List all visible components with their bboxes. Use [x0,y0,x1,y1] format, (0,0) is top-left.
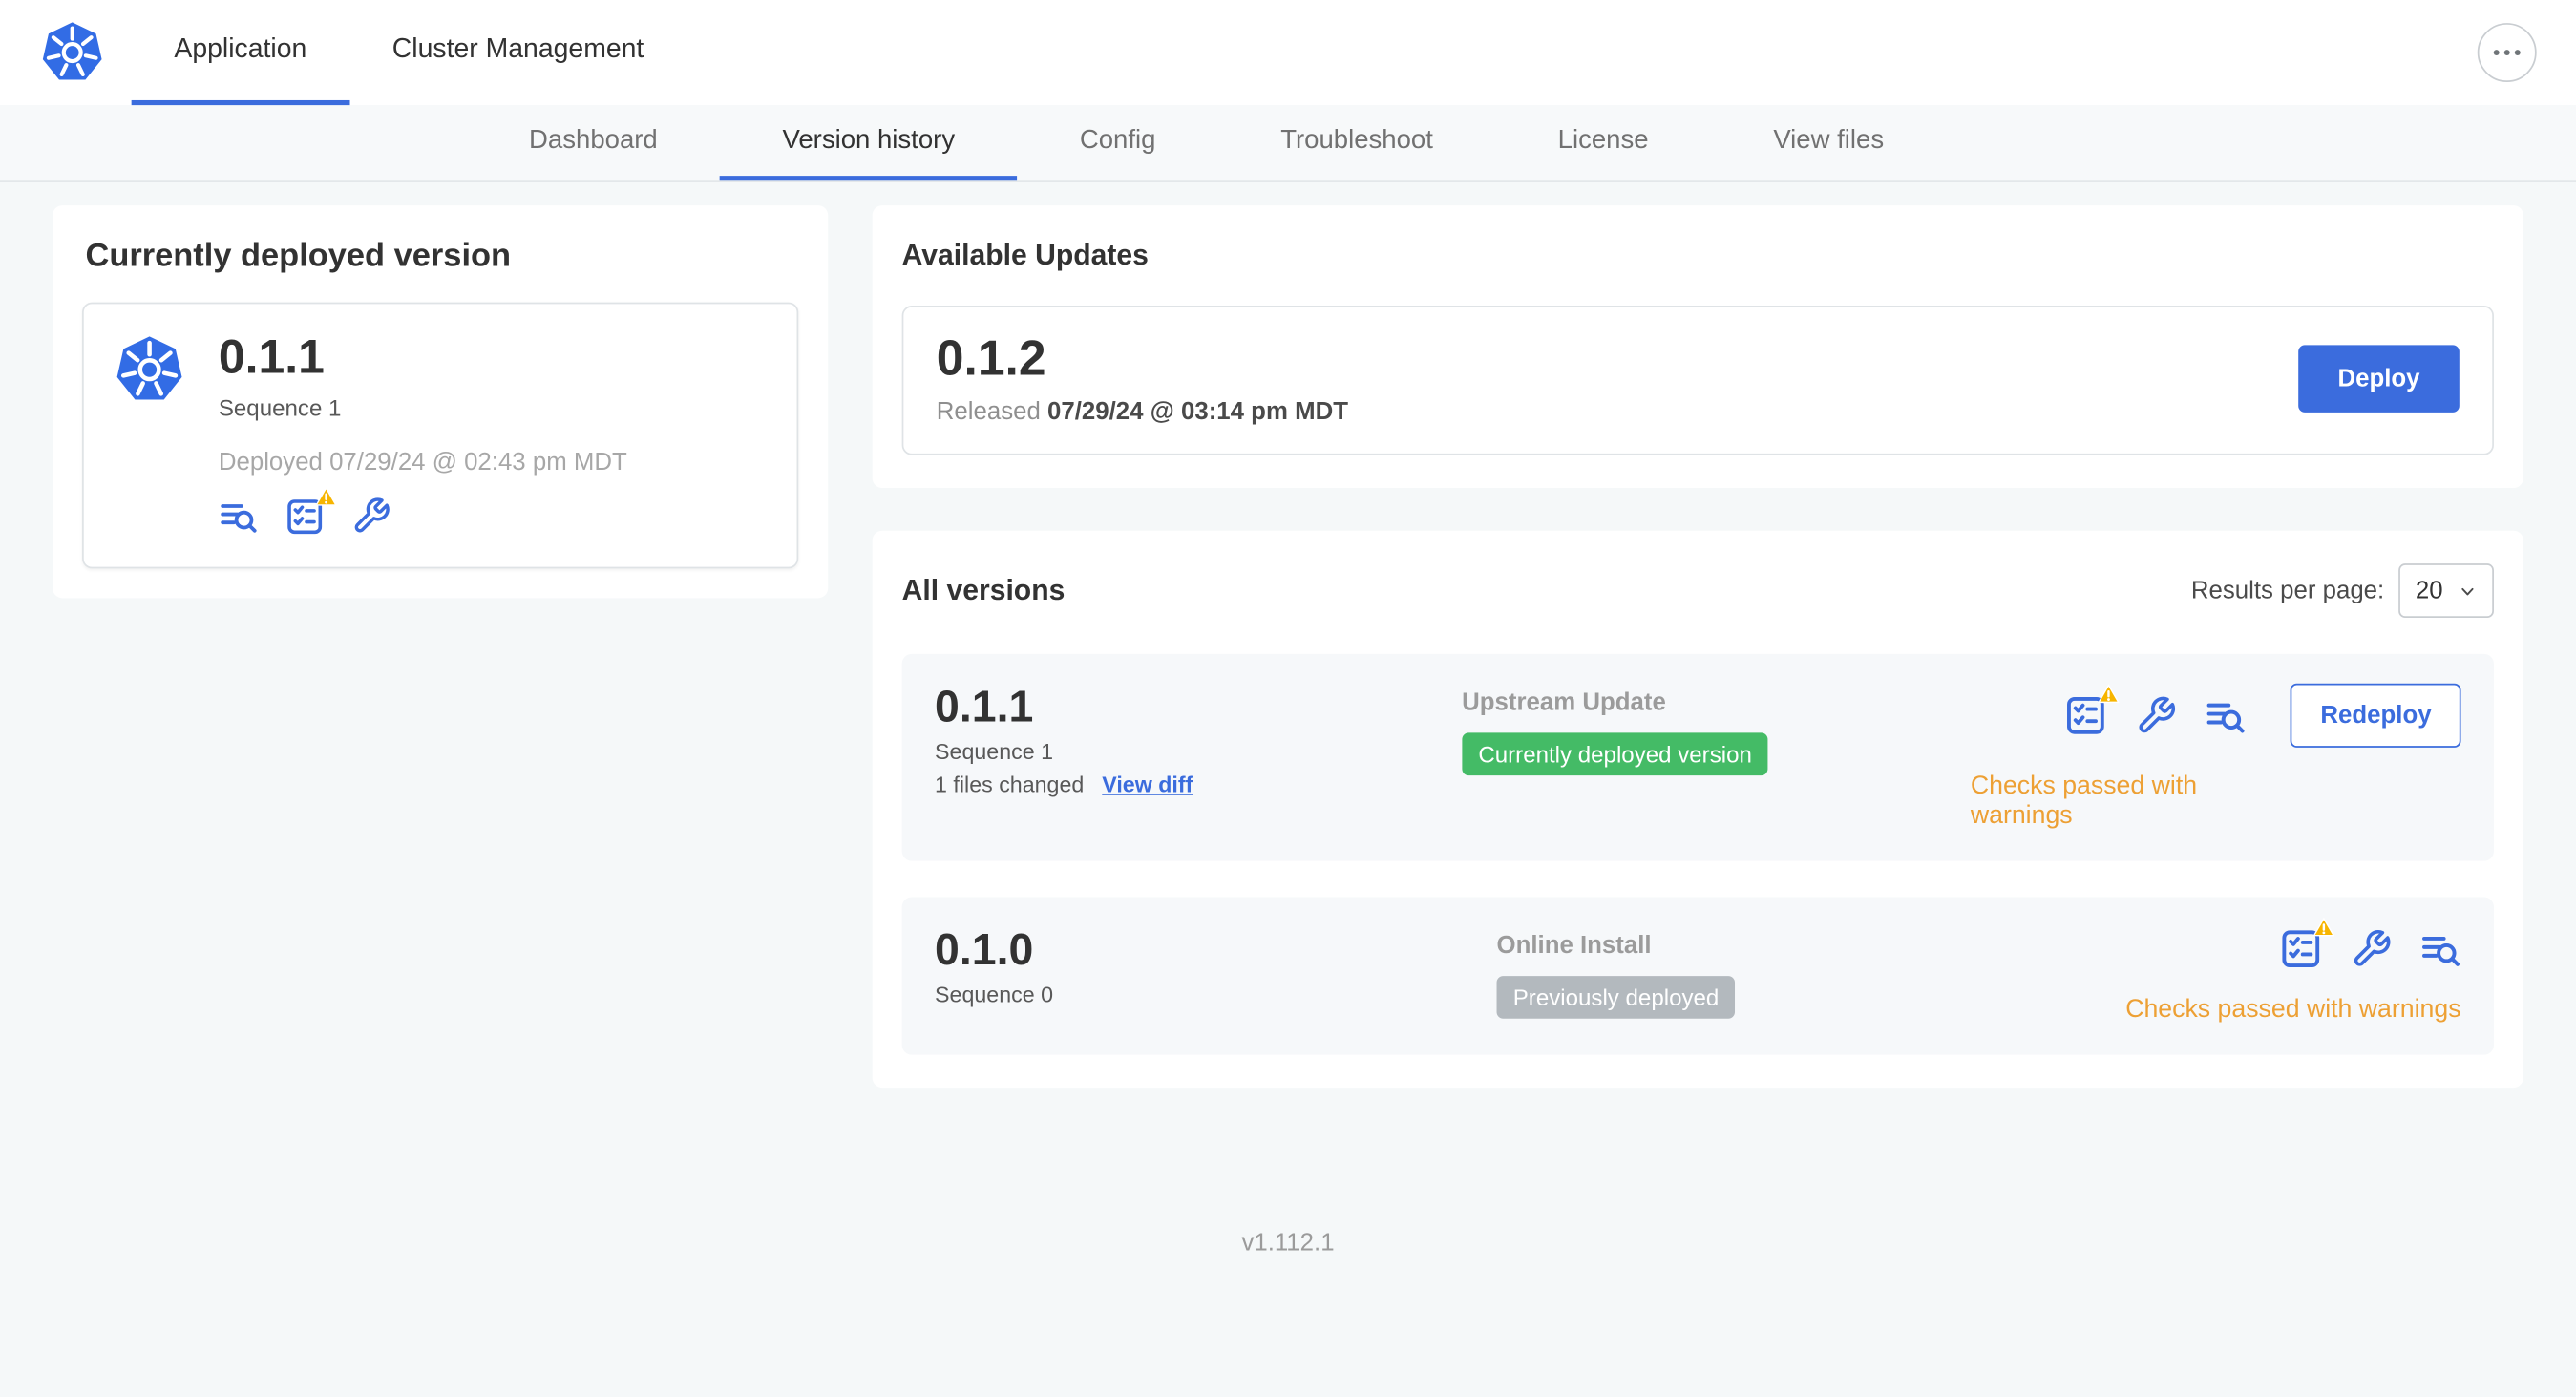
subnav-tab-version-history-label: Version history [782,125,956,154]
tab-cluster-management[interactable]: Cluster Management [349,0,686,105]
checks-status-text: Checks passed with warnings [2125,995,2461,1024]
currently-deployed-badge: Currently deployed version [1462,732,1769,776]
ellipsis-icon [2493,50,2521,56]
results-per-page-label: Results per page: [2190,576,2385,605]
view-logs-icon[interactable] [219,497,258,536]
chevron-down-icon [2461,587,2474,595]
main-content: Currently deployed version 0.1.1 Sequenc… [0,182,2576,1089]
row-source-label: Online Install [1496,931,1652,960]
deployed-timestamp: Deployed 07/29/24 @ 02:43 pm MDT [218,448,627,476]
preflight-checklist-icon[interactable] [2064,684,2121,737]
available-updates-card: Available Updates 0.1.2 Released 07/29/2… [872,205,2523,489]
update-version-number: 0.1.2 [936,331,1046,387]
subnav-tab-dashboard[interactable]: Dashboard [467,105,720,180]
edit-config-wrench-icon[interactable] [2137,695,2178,736]
console-version-footer: v1.112.1 [0,1203,2576,1283]
warning-triangle-icon [315,486,337,506]
subnav-tab-version-history[interactable]: Version history [720,105,1018,181]
kubernetes-app-icon [114,333,186,537]
checks-status-text: Checks passed with warnings [1970,772,2198,830]
update-released-line: Released 07/29/24 @ 03:14 pm MDT [937,397,1348,425]
deploy-button[interactable]: Deploy [2298,345,2460,413]
deployed-version-number: 0.1.1 [218,331,325,385]
preflight-checklist-icon[interactable] [285,486,337,537]
row-sequence: Sequence 0 [935,982,1054,1007]
tab-application[interactable]: Application [131,0,350,106]
all-versions-card: All versions Results per page: 20 0.1.1 … [872,530,2523,1089]
results-per-page-value: 20 [2415,576,2443,605]
preflight-checklist-icon[interactable] [2279,917,2335,970]
tab-cluster-management-label: Cluster Management [391,34,644,65]
tab-application-label: Application [174,34,307,65]
all-versions-title: All versions [901,573,1066,606]
edit-config-wrench-icon[interactable] [2351,928,2392,969]
warning-triangle-icon [2312,917,2335,937]
view-diff-link[interactable]: View diff [1102,772,1193,796]
row-sequence: Sequence 1 [935,738,1054,764]
released-label: Released [936,397,1041,426]
deployed-version-card: 0.1.1 Sequence 1 Deployed 07/29/24 @ 02:… [82,302,799,569]
subnav-tab-troubleshoot-label: Troubleshoot [1280,125,1433,154]
currently-deployed-title: Currently deployed version [85,238,512,275]
deployed-sequence: Sequence 1 [218,393,342,421]
kubernetes-logo-icon [39,20,105,86]
row-source-label: Upstream Update [1462,688,1666,717]
subnav-tab-license-label: License [1557,125,1649,154]
released-date: 07/29/24 @ 03:14 pm MDT [1047,397,1348,426]
subnav-tab-view-files-label: View files [1773,125,1885,154]
admin-console: Application Cluster Management Dashboard… [0,0,2576,1397]
overflow-menu-button[interactable] [2477,23,2537,83]
available-updates-title: Available Updates [901,238,1149,271]
subnav-tab-config[interactable]: Config [1017,105,1217,180]
view-logs-icon[interactable] [2420,928,2461,969]
subnav-tab-dashboard-label: Dashboard [529,125,658,154]
version-row-0-1-1: 0.1.1 Sequence 1 1 files changed View di… [901,653,2494,861]
results-per-page-select[interactable]: 20 [2398,563,2494,618]
edit-config-wrench-icon[interactable] [351,497,391,536]
files-changed-label: 1 files changed [935,772,1085,796]
update-row: 0.1.2 Released 07/29/24 @ 03:14 pm MDT D… [901,306,2494,455]
row-version-number: 0.1.0 [935,924,1034,975]
subnav-tab-config-label: Config [1079,125,1156,154]
console-version-text: v1.112.1 [1241,1229,1335,1258]
subnav-tab-license[interactable]: License [1495,105,1711,180]
row-version-number: 0.1.1 [935,682,1034,731]
redeploy-button[interactable]: Redeploy [2291,683,2461,748]
app-subnav: Dashboard Version history Config Trouble… [0,105,2576,182]
subnav-tab-view-files[interactable]: View files [1711,105,1947,180]
top-bar: Application Cluster Management [0,0,2576,106]
app-logo [23,0,132,105]
previously-deployed-badge: Previously deployed [1496,976,1736,1019]
view-logs-icon[interactable] [2206,695,2247,736]
subnav-tab-troubleshoot[interactable]: Troubleshoot [1218,105,1495,180]
currently-deployed-card: Currently deployed version 0.1.1 Sequenc… [53,205,829,599]
version-row-0-1-0: 0.1.0 Sequence 0 Online Install Previous… [901,897,2494,1055]
warning-triangle-icon [2099,684,2121,704]
